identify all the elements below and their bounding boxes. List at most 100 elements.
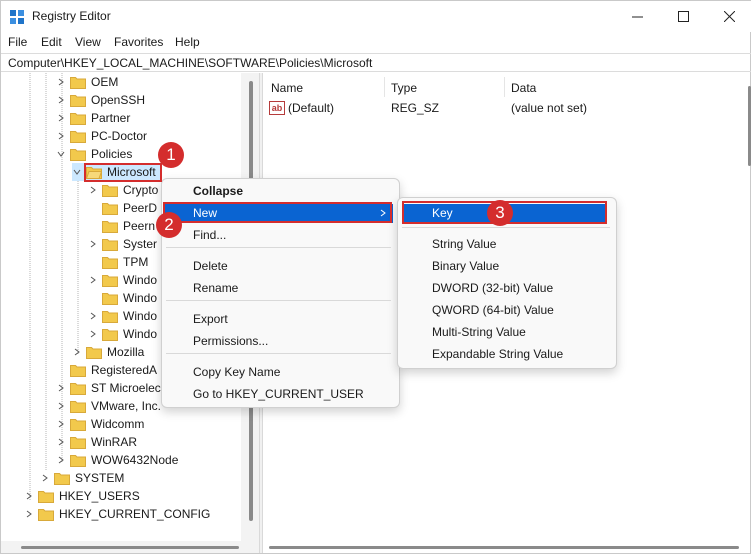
tree-item[interactable]: Windo	[88, 307, 157, 325]
tree-item[interactable]: Mozilla	[72, 343, 144, 361]
tree-item-label: Crypto	[123, 183, 159, 197]
context-menu-item[interactable]: Permissions...	[193, 331, 268, 351]
chevron-down-icon[interactable]	[72, 167, 82, 177]
tree-item[interactable]: Windo	[88, 271, 157, 289]
folder-icon	[70, 454, 86, 467]
tree-item[interactable]: Policies	[56, 145, 132, 163]
tree-item-label: Peern	[123, 219, 156, 233]
address-path: Computer\HKEY_LOCAL_MACHINE\SOFTWARE\Pol…	[8, 56, 373, 70]
submenu-item[interactable]: Multi-String Value	[432, 322, 526, 342]
context-menu-item[interactable]: Export	[193, 309, 228, 329]
submenu-item[interactable]: QWORD (64-bit) Value	[432, 300, 554, 320]
folder-icon	[70, 76, 86, 89]
folder-icon	[70, 400, 86, 413]
chevron-right-icon[interactable]	[40, 473, 50, 483]
folder-icon	[70, 382, 86, 395]
tree-item[interactable]: PC-Doctor	[56, 127, 147, 145]
tree-item-label: Mozilla	[107, 345, 145, 359]
submenu-item[interactable]: Expandable String Value	[432, 344, 563, 364]
tree-item-label: Windo	[123, 273, 158, 287]
menu-help[interactable]: Help	[175, 35, 200, 49]
tree-item[interactable]: RegisteredA	[56, 361, 157, 379]
folder-icon	[102, 238, 118, 251]
tree-item[interactable]: Syster	[88, 235, 157, 253]
tree-item-label: Syster	[123, 237, 158, 251]
close-icon	[723, 11, 735, 22]
column-header-data[interactable]: Data	[511, 81, 536, 95]
minimize-icon	[631, 16, 643, 18]
tree-item[interactable]: VMware, Inc.	[56, 397, 161, 415]
tree-horizontal-scroll-thumb[interactable]	[21, 546, 239, 549]
chevron-right-icon[interactable]	[72, 347, 82, 357]
folder-icon	[70, 148, 86, 161]
tree-item-label: WOW6432Node	[91, 453, 179, 467]
chevron-right-icon[interactable]	[24, 509, 34, 519]
value-name[interactable]: (Default)	[288, 101, 334, 115]
tree-item-label: Windo	[123, 291, 158, 305]
tree-item[interactable]: TPM	[88, 253, 148, 271]
tree-item[interactable]: WinRAR	[56, 433, 137, 451]
submenu-item[interactable]: DWORD (32-bit) Value	[432, 278, 553, 298]
chevron-right-icon[interactable]	[88, 185, 98, 195]
chevron-right-icon[interactable]	[56, 437, 66, 447]
menu-favorites[interactable]: Favorites	[114, 35, 163, 49]
menu-edit[interactable]: Edit	[41, 35, 62, 49]
tree-item[interactable]: OEM	[56, 73, 118, 91]
tree-item[interactable]: ST Microelec	[56, 379, 161, 397]
chevron-right-icon[interactable]	[24, 491, 34, 501]
folder-icon	[70, 436, 86, 449]
list-horizontal-scroll-thumb[interactable]	[269, 546, 739, 549]
tree-item-label: Windo	[123, 327, 158, 341]
chevron-right-icon[interactable]	[56, 401, 66, 411]
tree-item[interactable]: Peern	[88, 217, 155, 235]
chevron-down-icon[interactable]	[56, 149, 66, 159]
menu-view[interactable]: View	[75, 35, 101, 49]
tree-item[interactable]: OpenSSH	[56, 91, 145, 109]
context-menu-item[interactable]: Copy Key Name	[193, 362, 280, 382]
tree-item[interactable]: SYSTEM	[40, 469, 124, 487]
context-menu-item[interactable]: Delete	[193, 256, 228, 276]
chevron-right-icon[interactable]	[88, 329, 98, 339]
folder-icon	[70, 418, 86, 431]
tree-item-label: TPM	[123, 255, 149, 269]
submenu-item[interactable]: Binary Value	[432, 256, 499, 276]
chevron-right-icon[interactable]	[88, 239, 98, 249]
context-menu-item[interactable]: Find...	[193, 225, 226, 245]
chevron-right-icon[interactable]	[56, 455, 66, 465]
tree-item[interactable]: HKEY_CURRENT_CONFIG	[24, 505, 210, 523]
tree-item[interactable]: PeerD	[88, 199, 157, 217]
tree-item[interactable]: HKEY_USERS	[24, 487, 140, 505]
column-header-type[interactable]: Type	[391, 81, 417, 95]
context-menu-item[interactable]: Collapse	[193, 181, 243, 201]
chevron-right-icon[interactable]	[56, 95, 66, 105]
column-header-name[interactable]: Name	[271, 81, 303, 95]
context-menu-item[interactable]: Go to HKEY_CURRENT_USER	[193, 384, 364, 404]
tree-item[interactable]: Partner	[56, 109, 130, 127]
tree-item-label: ST Microelec	[91, 381, 161, 395]
minimize-button[interactable]	[614, 1, 660, 32]
tree-item-label: PC-Doctor	[91, 129, 148, 143]
maximize-button[interactable]	[660, 1, 706, 32]
chevron-right-icon[interactable]	[88, 275, 98, 285]
chevron-right-icon[interactable]	[56, 77, 66, 87]
close-button[interactable]	[706, 1, 751, 32]
address-bar[interactable]: Computer\HKEY_LOCAL_MACHINE\SOFTWARE\Pol…	[1, 53, 751, 72]
chevron-right-icon[interactable]	[56, 131, 66, 141]
tree-item[interactable]: Widcomm	[56, 415, 144, 433]
chevron-right-icon[interactable]	[56, 113, 66, 123]
tree-item[interactable]: WOW6432Node	[56, 451, 178, 469]
menu-file[interactable]: File	[8, 35, 27, 49]
tree-item[interactable]: Windo	[88, 289, 157, 307]
tree-item[interactable]: Windo	[88, 325, 157, 343]
tree-item[interactable]: Crypto	[88, 181, 158, 199]
chevron-right-icon[interactable]	[56, 383, 66, 393]
step-badge-3: 3	[487, 200, 513, 226]
chevron-right-icon[interactable]	[56, 419, 66, 429]
submenu-item[interactable]: String Value	[432, 234, 496, 254]
context-menu-item[interactable]: Rename	[193, 278, 238, 298]
folder-icon	[102, 256, 118, 269]
chevron-right-icon[interactable]	[88, 311, 98, 321]
tree-item-label: Windo	[123, 309, 158, 323]
tree-item-label: OEM	[91, 75, 119, 89]
